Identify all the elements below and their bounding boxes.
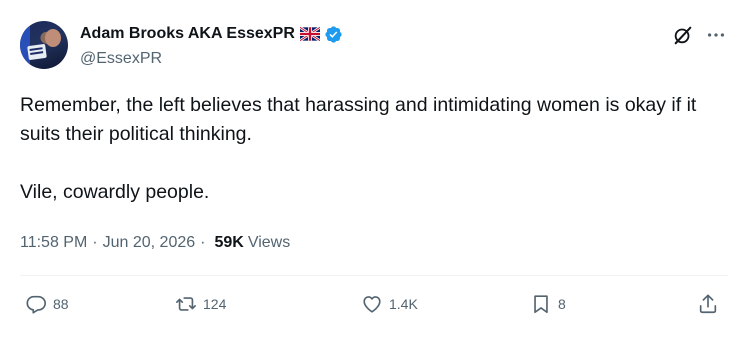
like-button[interactable]: 1.4K <box>361 289 418 319</box>
share-icon <box>699 294 717 314</box>
author-name[interactable]: Adam Brooks AKA EssexPR <box>80 25 295 43</box>
repost-count: 124 <box>203 296 227 312</box>
tweet-meta: 11:58 PM · Jun 20, 2026 · 59K Views <box>20 233 290 253</box>
tweet-date[interactable]: Jun 20, 2026 <box>103 234 196 252</box>
meta-separator: · <box>92 234 98 251</box>
bookmark-icon <box>534 295 548 314</box>
divider <box>20 275 728 276</box>
author-row: Adam Brooks AKA EssexPR <box>80 23 343 45</box>
uk-flag-icon <box>299 27 320 41</box>
avatar[interactable] <box>20 21 68 69</box>
verified-badge-icon[interactable] <box>324 25 343 44</box>
like-icon <box>363 296 381 313</box>
views-label: Views <box>247 234 291 251</box>
repost-icon <box>176 297 196 311</box>
meta-separator: · <box>200 234 206 251</box>
action-bar: 88 124 1.4K 8 <box>0 289 747 319</box>
reply-button[interactable]: 88 <box>25 289 69 319</box>
views-count: 59K <box>214 234 244 251</box>
like-count: 1.4K <box>389 296 418 312</box>
grok-icon[interactable] <box>672 24 694 46</box>
bookmark-count: 8 <box>558 296 566 312</box>
avatar-sign <box>27 43 47 61</box>
repost-button[interactable]: 124 <box>175 289 226 319</box>
tweet-paragraph: Vile, cowardly people. <box>20 181 210 203</box>
tweet-text: Remember, the left believes that harassi… <box>20 91 720 207</box>
avatar-face <box>45 29 61 47</box>
share-button[interactable] <box>697 289 719 319</box>
author-handle[interactable]: @EssexPR <box>80 50 162 68</box>
more-icon[interactable] <box>705 24 727 46</box>
bookmark-button[interactable]: 8 <box>530 289 566 319</box>
reply-count: 88 <box>53 296 69 312</box>
tweet-time[interactable]: 11:58 PM <box>20 234 87 252</box>
tweet-paragraph: Remember, the left believes that harassi… <box>20 94 697 145</box>
reply-icon <box>26 295 46 314</box>
